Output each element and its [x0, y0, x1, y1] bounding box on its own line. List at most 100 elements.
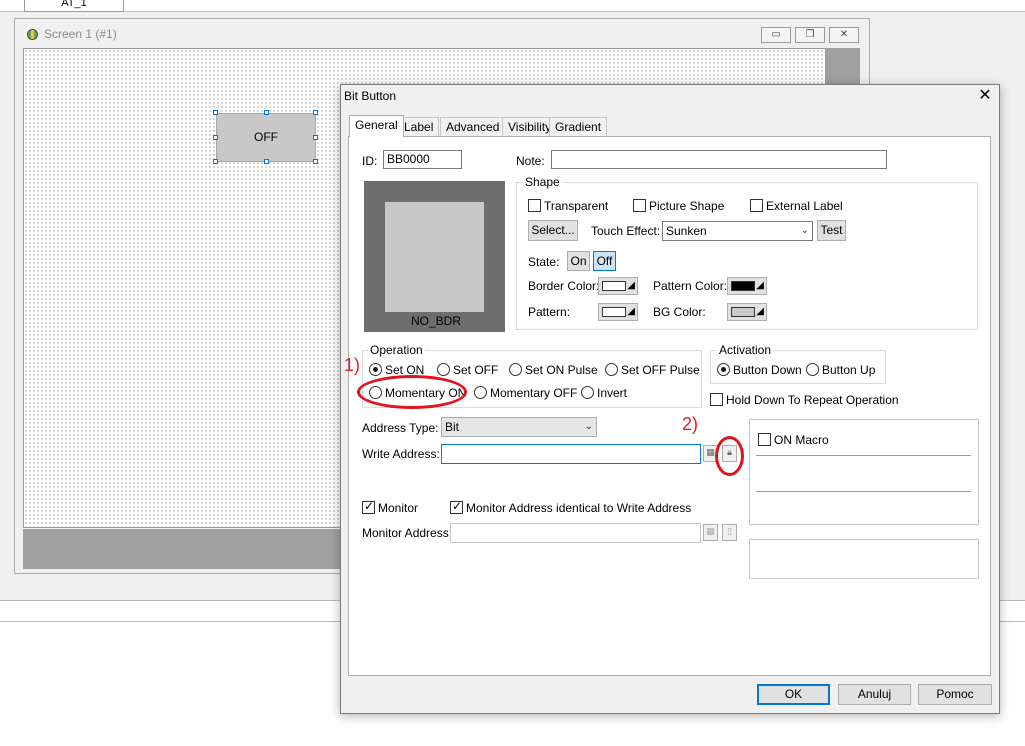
address-type-select[interactable]: Bit ⌄	[441, 417, 597, 437]
selection-handle[interactable]	[313, 110, 318, 115]
external-label-label: External Label	[766, 199, 843, 213]
tab-general[interactable]: General	[349, 115, 404, 137]
selection-handle[interactable]	[313, 135, 318, 140]
address-type-value: Bit	[445, 420, 460, 434]
button-down-radio[interactable]	[717, 363, 730, 376]
screen-app-icon	[27, 29, 38, 40]
chevron-down-icon: ⌄	[800, 225, 809, 236]
tab-gradient[interactable]: Gradient	[549, 117, 608, 136]
on-macro-checkbox[interactable]	[758, 433, 771, 446]
test-button[interactable]: Test	[817, 220, 846, 241]
select-shape-button[interactable]: Select...	[528, 220, 578, 241]
tab-advanced[interactable]: Advanced	[440, 117, 506, 136]
button-down-label: Button Down	[733, 363, 802, 377]
cancel-button[interactable]: Anuluj	[838, 684, 911, 705]
bit-button-widget[interactable]: OFF	[216, 113, 316, 162]
set-off-radio[interactable]	[437, 363, 450, 376]
restore-icon: ❐	[805, 29, 815, 40]
picture-shape-checkbox[interactable]	[633, 199, 646, 212]
hold-down-label: Hold Down To Repeat Operation	[726, 393, 899, 407]
monitor-identical-checkbox[interactable]	[450, 499, 463, 514]
macro-divider	[756, 455, 971, 456]
transparent-label: Transparent	[544, 199, 609, 213]
write-address-label: Write Address:	[362, 447, 440, 461]
id-label: ID:	[362, 154, 378, 168]
button-up-label: Button Up	[822, 363, 876, 377]
close-icon: ✕	[839, 29, 849, 40]
touch-effect-value: Sunken	[666, 224, 707, 238]
selection-handle[interactable]	[264, 110, 269, 115]
state-off-button[interactable]: Off	[593, 251, 616, 271]
monitor-identical-label: Monitor Address identical to Write Addre…	[466, 501, 692, 515]
monitor-address-label: Monitor Address:	[362, 526, 453, 540]
tab-label[interactable]: Label	[398, 117, 440, 136]
top-strip	[0, 0, 1025, 12]
dropdown-triangle-icon: ◢	[627, 280, 635, 291]
note-input[interactable]	[551, 150, 887, 169]
selection-handle[interactable]	[213, 135, 218, 140]
state-on-button[interactable]: On	[567, 251, 590, 271]
document-tab[interactable]: AT_1	[24, 0, 124, 12]
annotation-2: 2)	[682, 414, 699, 434]
selection-handle[interactable]	[313, 159, 318, 164]
close-button-screen[interactable]: ✕	[829, 27, 859, 43]
momentary-off-label: Momentary OFF	[490, 386, 578, 400]
momentary-off-radio[interactable]	[474, 386, 487, 399]
dialog-close-button[interactable]: ✕	[975, 86, 995, 106]
pattern-color-picker[interactable]: ◢	[727, 277, 767, 295]
dropdown-triangle-icon: ◢	[627, 306, 635, 317]
touch-effect-label: Touch Effect:	[591, 224, 661, 238]
state-label: State:	[528, 255, 560, 269]
operation-group-title: Operation	[368, 343, 425, 357]
border-color-picker[interactable]: ◢	[598, 277, 638, 295]
pattern-color-label: Pattern Color:	[653, 279, 728, 293]
set-on-pulse-radio[interactable]	[509, 363, 522, 376]
set-on-pulse-label: Set ON Pulse	[525, 363, 598, 377]
activation-group-title: Activation	[717, 343, 774, 357]
monitor-address-input[interactable]	[450, 523, 701, 543]
restore-button[interactable]: ❐	[795, 27, 825, 43]
lock-icon: ▯	[727, 527, 732, 537]
bg-color-label: BG Color:	[653, 305, 706, 319]
annotation-ellipse-lock	[715, 436, 744, 476]
transparent-checkbox[interactable]	[528, 199, 541, 212]
shape-preview-face	[385, 202, 484, 312]
border-color-label: Border Color:	[528, 279, 600, 293]
external-label-checkbox[interactable]	[750, 199, 763, 212]
dropdown-triangle-icon: ◢	[756, 280, 764, 291]
screen-window-title: Screen 1 (#1)	[44, 27, 117, 41]
set-off-pulse-label: Set OFF Pulse	[621, 363, 700, 377]
monitor-checkbox[interactable]	[362, 499, 375, 514]
close-icon: ✕	[978, 87, 992, 104]
button-up-radio[interactable]	[806, 363, 819, 376]
set-off-pulse-radio[interactable]	[605, 363, 618, 376]
pattern-label: Pattern:	[528, 305, 571, 319]
note-label: Note:	[516, 154, 545, 168]
monitor-lock-button[interactable]: ▯	[722, 524, 737, 541]
keypad-icon: ▦	[706, 527, 715, 537]
selection-handle[interactable]	[264, 159, 269, 164]
minimize-button[interactable]: ▭	[761, 27, 791, 43]
macro-off-group	[749, 539, 979, 579]
monitor-keypad-button[interactable]: ▦	[703, 524, 718, 541]
shape-preview-label: NO_BDR	[411, 314, 462, 328]
minimize-icon: ▭	[771, 29, 781, 40]
annotation-ellipse-momentary-on	[357, 375, 467, 409]
selection-handle[interactable]	[213, 159, 218, 164]
ok-button[interactable]: OK	[757, 684, 830, 705]
pattern-picker[interactable]: ◢	[598, 303, 638, 321]
id-input[interactable]: BB0000	[383, 150, 462, 169]
bg-color-picker[interactable]: ◢	[727, 303, 767, 321]
set-on-radio[interactable]	[369, 363, 382, 376]
chevron-down-icon: ⌄	[584, 421, 593, 432]
hold-down-checkbox[interactable]	[710, 393, 723, 406]
invert-radio[interactable]	[581, 386, 594, 399]
help-button[interactable]: Pomoc	[918, 684, 992, 705]
set-off-label: Set OFF	[453, 363, 499, 377]
invert-label: Invert	[597, 386, 628, 400]
write-address-input[interactable]	[441, 444, 701, 464]
dropdown-triangle-icon: ◢	[756, 306, 764, 317]
touch-effect-select[interactable]: Sunken ⌄	[662, 221, 813, 241]
dialog-title: Bit Button	[344, 89, 397, 103]
selection-handle[interactable]	[213, 110, 218, 115]
